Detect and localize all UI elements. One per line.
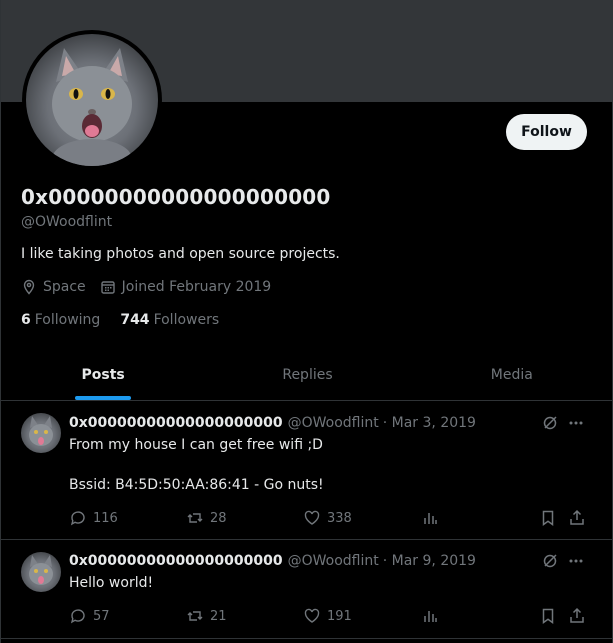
followers-link[interactable]: 744 Followers xyxy=(120,312,219,328)
bookmark-icon xyxy=(542,608,554,624)
follow-button[interactable]: Follow xyxy=(506,114,587,150)
repost-count: 21 xyxy=(210,608,227,624)
bookmark-icon xyxy=(542,510,554,526)
profile-meta: Space Joined February 2019 xyxy=(21,279,285,295)
post-author-name[interactable]: 0x00000000000000000000 xyxy=(69,553,283,569)
bookmark-button[interactable] xyxy=(539,607,563,625)
post-top-icons xyxy=(542,415,584,435)
analytics-icon xyxy=(424,513,437,524)
profile-avatar[interactable] xyxy=(22,30,162,170)
share-button[interactable] xyxy=(568,607,592,625)
like-count: 191 xyxy=(327,608,352,624)
tab-active-indicator xyxy=(75,396,132,400)
tab-media[interactable]: Media xyxy=(410,350,613,400)
post-author-handle[interactable]: @OWoodflint xyxy=(288,553,379,569)
heart-icon xyxy=(304,608,320,623)
post-text-line: Bssid: B4:5D:50:AA:86:41 - Go nuts! xyxy=(69,477,324,493)
views-button[interactable] xyxy=(421,607,445,625)
repost-icon xyxy=(187,611,203,621)
post-author-handle[interactable]: @OWoodflint xyxy=(288,415,379,431)
location-pin-icon xyxy=(21,279,37,295)
tab-replies-label: Replies xyxy=(282,367,333,383)
profile-tabs: Posts Replies Media xyxy=(1,350,613,401)
following-count: 6 xyxy=(21,312,31,328)
reply-icon xyxy=(70,609,85,624)
post-actions: 57 21 191 xyxy=(69,607,589,625)
share-icon xyxy=(570,607,584,623)
tab-posts-label: Posts xyxy=(81,367,125,383)
grok-icon[interactable] xyxy=(542,415,558,435)
profile-page: Follow 0x00000000000000000000 @OWoodflin… xyxy=(0,0,613,643)
cat-avatar-image xyxy=(26,34,158,166)
like-count: 338 xyxy=(327,510,352,526)
post-avatar[interactable] xyxy=(21,413,61,453)
location-text: Space xyxy=(43,279,86,295)
followers-count: 744 xyxy=(120,312,150,328)
post-header: 0x00000000000000000000 @OWoodflint · Mar… xyxy=(69,415,476,431)
grok-icon[interactable] xyxy=(542,553,558,573)
profile-display-name: 0x00000000000000000000 xyxy=(21,185,331,209)
more-options-icon[interactable] xyxy=(568,415,584,435)
calendar-icon xyxy=(100,279,116,295)
heart-icon xyxy=(304,510,320,525)
reply-icon xyxy=(70,511,85,526)
following-link[interactable]: 6 Following xyxy=(21,312,100,328)
post-item[interactable]: 0x00000000000000000000 @OWoodflint · Mar… xyxy=(1,401,613,540)
more-options-icon[interactable] xyxy=(568,553,584,573)
profile-bio: I like taking photos and open source pro… xyxy=(21,246,340,262)
like-button[interactable]: 338 xyxy=(303,509,352,527)
repost-button[interactable]: 21 xyxy=(186,607,227,625)
repost-button[interactable]: 28 xyxy=(186,509,227,527)
joined-text: Joined February 2019 xyxy=(121,279,272,295)
reply-button[interactable]: 116 xyxy=(69,509,118,527)
following-label: Following xyxy=(34,312,101,328)
reply-count: 57 xyxy=(93,608,110,624)
repost-icon xyxy=(187,513,203,523)
profile-stats: 6 Following 744 Followers xyxy=(21,312,239,328)
share-button[interactable] xyxy=(568,509,592,527)
like-button[interactable]: 191 xyxy=(303,607,352,625)
post-avatar[interactable] xyxy=(21,552,61,592)
tab-replies[interactable]: Replies xyxy=(205,350,409,400)
post-header: 0x00000000000000000000 @OWoodflint · Mar… xyxy=(69,553,476,569)
post-date[interactable]: · Mar 9, 2019 xyxy=(383,553,476,569)
post-item[interactable]: 0x00000000000000000000 @OWoodflint · Mar… xyxy=(1,540,613,639)
tab-posts[interactable]: Posts xyxy=(1,350,205,400)
post-text-line: Hello world! xyxy=(69,575,154,591)
post-text-line: From my house I can get free wifi ;D xyxy=(69,437,323,453)
location-item: Space xyxy=(21,279,86,295)
reply-button[interactable]: 57 xyxy=(69,607,110,625)
joined-item: Joined February 2019 xyxy=(100,279,272,295)
bookmark-button[interactable] xyxy=(539,509,563,527)
reply-count: 116 xyxy=(93,510,118,526)
repost-count: 28 xyxy=(210,510,227,526)
followers-label: Followers xyxy=(153,312,220,328)
profile-handle: @OWoodflint xyxy=(21,214,113,230)
views-button[interactable] xyxy=(421,509,445,527)
post-actions: 116 28 338 xyxy=(69,509,589,527)
post-author-name[interactable]: 0x00000000000000000000 xyxy=(69,415,283,431)
post-date[interactable]: · Mar 3, 2019 xyxy=(383,415,476,431)
post-top-icons xyxy=(542,553,584,573)
analytics-icon xyxy=(424,611,437,622)
tab-media-label: Media xyxy=(490,367,533,383)
share-icon xyxy=(570,509,584,525)
